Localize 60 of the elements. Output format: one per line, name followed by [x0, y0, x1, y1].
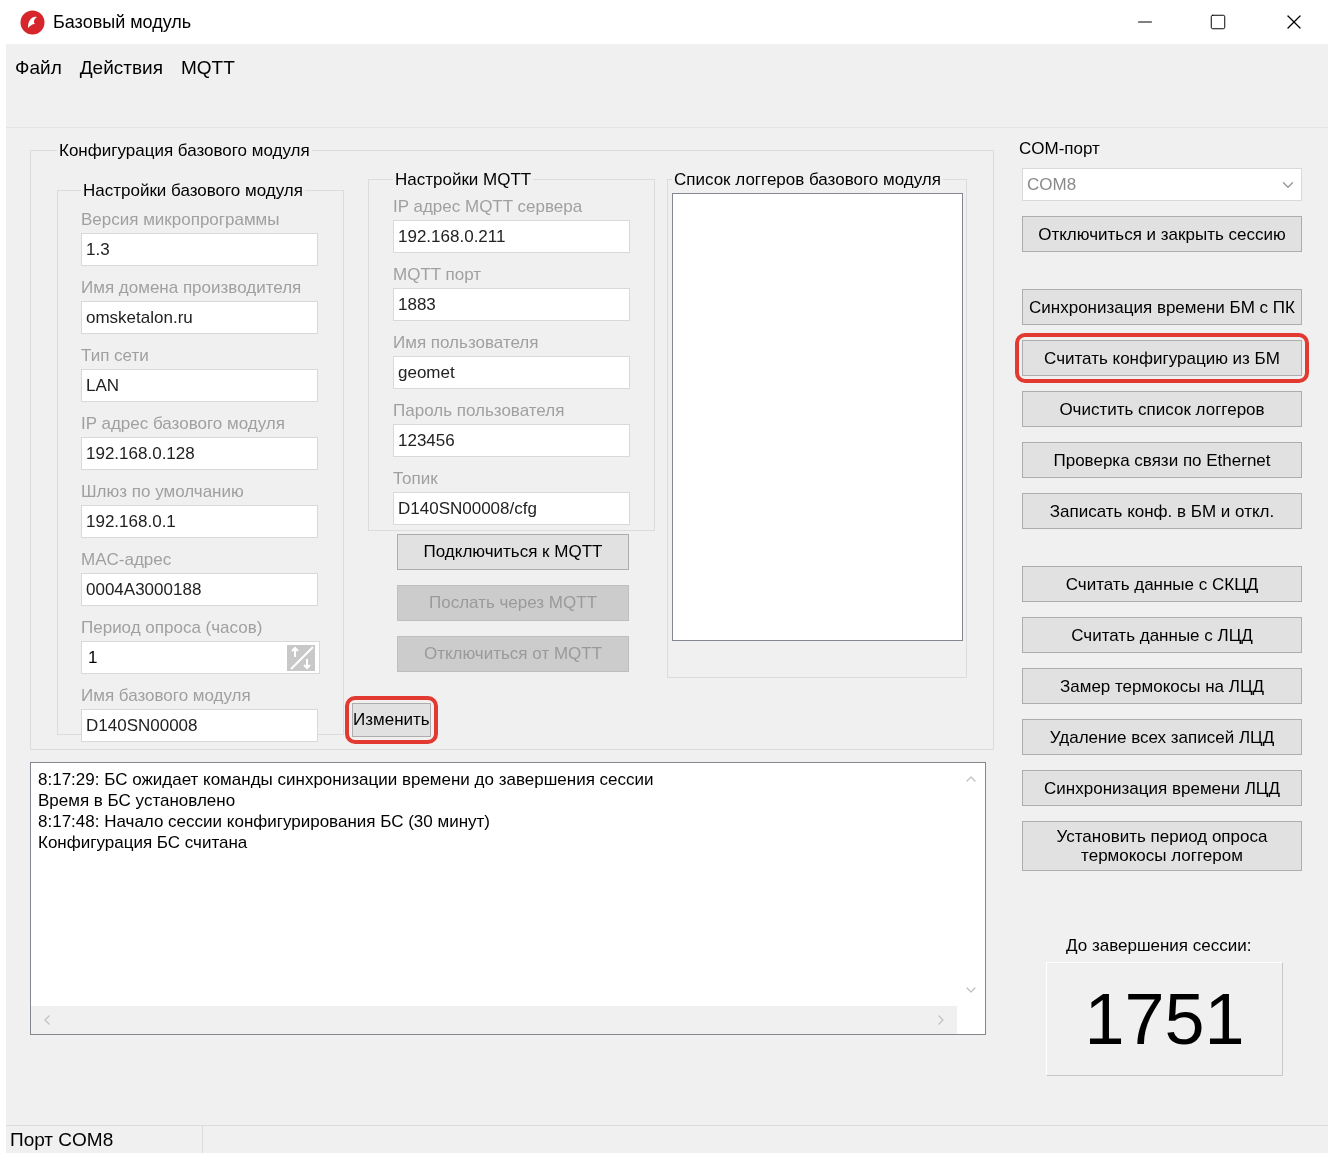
- menu-item[interactable]: Файл: [15, 54, 62, 83]
- log-line: 8:17:29: БС ожидает команды синхронизации времени до завершения сессии: [38, 769, 655, 790]
- group-title: Настройки базового модуля: [82, 179, 304, 202]
- action-button[interactable]: Считать конфигурацию из БМ: [1022, 340, 1302, 376]
- field-label: MAC-адрес: [81, 549, 173, 570]
- action-button[interactable]: Считать данные с ЛЦД: [1022, 617, 1302, 653]
- action-button[interactable]: Изменить: [352, 702, 431, 737]
- field-label: Версия микропрограммы: [81, 209, 281, 230]
- action-button[interactable]: Считать данные с СКЦД: [1022, 566, 1302, 602]
- text-field[interactable]: geomet: [393, 356, 630, 389]
- app-logo-icon: [20, 9, 45, 35]
- status-text: Порт COM8: [6, 1126, 203, 1153]
- menu-item[interactable]: MQTT: [180, 54, 235, 83]
- text-field[interactable]: 123456: [393, 424, 630, 457]
- text-field[interactable]: 192.168.0.1: [81, 505, 318, 538]
- text-field[interactable]: 192.168.0.211: [393, 220, 630, 253]
- text-field[interactable]: omsketalon.ru: [81, 301, 318, 334]
- spinner-icon[interactable]: [287, 644, 315, 671]
- session-timer: 1751: [1046, 961, 1283, 1076]
- logger-list[interactable]: [672, 193, 963, 641]
- field-label: IP адрес базового модуля: [81, 413, 286, 434]
- window-title: Базовый модуль: [53, 10, 192, 34]
- action-button[interactable]: Проверка связи по Ethernet: [1022, 442, 1302, 478]
- text-field[interactable]: D140SN00008: [81, 709, 318, 742]
- spinner-field[interactable]: 1: [81, 641, 320, 674]
- field-label: Имя базового модуля: [81, 685, 252, 706]
- field-label: Имя домена производителя: [81, 277, 303, 298]
- field-label: Период опроса (часов): [81, 617, 264, 638]
- group-title: Конфигурация базового модуля: [58, 140, 311, 162]
- action-button[interactable]: Записать конф. в БМ и откл.: [1022, 493, 1302, 529]
- session-timer-label: До завершения сессии:: [1066, 935, 1253, 957]
- text-field[interactable]: 1883: [393, 288, 630, 321]
- com-port-label: COM-порт: [1019, 138, 1101, 160]
- text-field[interactable]: 1.3: [81, 233, 318, 266]
- action-button[interactable]: Отключиться и закрыть сессию: [1022, 216, 1302, 252]
- group-title: Список логгеров базового модуля: [673, 168, 942, 191]
- text-field[interactable]: LAN: [81, 369, 318, 402]
- log-line: 8:17:48: Начало сессии конфигурирования БС (30 минут): [38, 811, 491, 832]
- log-line: Время в БС установлено: [38, 790, 237, 811]
- field-label: Имя пользователя: [393, 332, 540, 353]
- menu-item[interactable]: Действия: [79, 54, 163, 83]
- text-field[interactable]: D140SN00008/cfg: [393, 492, 630, 525]
- action-button[interactable]: Удаление всех записей ЛЦД: [1022, 719, 1302, 755]
- field-label: Шлюз по умолчанию: [81, 481, 245, 502]
- group-title: Настройки MQTT: [394, 168, 533, 191]
- log-line: Конфигурация БС считана: [38, 832, 249, 853]
- text-field[interactable]: 0004A3000188: [81, 573, 318, 606]
- action-button[interactable]: Установить период опроса термокосы логгером: [1022, 821, 1302, 871]
- field-label: MQTT порт: [393, 264, 483, 285]
- field-label: Топик: [393, 468, 439, 489]
- maximize-icon[interactable]: [1209, 13, 1227, 31]
- field-label: Тип сети: [81, 345, 150, 366]
- action-button[interactable]: Подключиться к MQTT: [397, 533, 629, 570]
- action-button[interactable]: Синхронизация времени ЛЦД: [1022, 770, 1302, 806]
- action-button[interactable]: Синхронизация времени БМ с ПК: [1022, 289, 1302, 325]
- text-field[interactable]: 192.168.0.128: [81, 437, 318, 470]
- action-button[interactable]: Замер термокосы на ЛЦД: [1022, 668, 1302, 704]
- field-label: IP адрес MQTT сервера: [393, 196, 584, 217]
- field-label: Пароль пользователя: [393, 400, 566, 421]
- action-button[interactable]: Очистить список логгеров: [1022, 391, 1302, 427]
